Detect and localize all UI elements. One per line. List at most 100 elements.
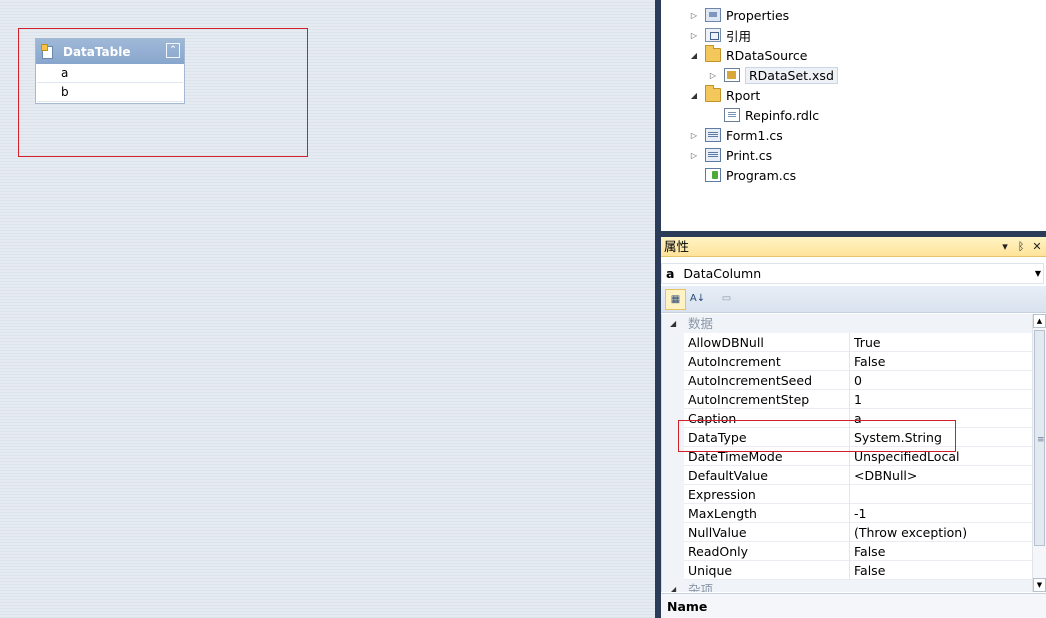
category-misc[interactable]: ◢ 杂项 xyxy=(662,580,1033,592)
chevron-down-icon[interactable]: ▼ xyxy=(1035,264,1041,283)
tree-item-label: RDataSource xyxy=(726,47,808,63)
properties-toolbar: ▦ A↓ ▭ xyxy=(661,286,1046,313)
tree-item-label: Program.cs xyxy=(726,167,797,183)
datatable-entity[interactable]: DataTable ⌃ a b xyxy=(35,38,185,104)
property-pages-icon[interactable]: ▭ xyxy=(716,289,737,310)
property-row-autoincrementseed[interactable]: AutoIncrementSeed 0 xyxy=(662,371,1033,390)
cs-file-icon xyxy=(705,148,721,162)
collapse-icon[interactable]: ⌃ xyxy=(166,43,180,58)
category-data[interactable]: ◢ 数据 xyxy=(662,314,1033,333)
property-name: DateTimeMode xyxy=(688,447,850,466)
property-row-expression[interactable]: Expression xyxy=(662,485,1033,504)
property-value[interactable]: False xyxy=(854,542,1030,561)
tree-item-label: Properties xyxy=(726,7,790,23)
scrollbar-thumb[interactable]: ≡ xyxy=(1034,330,1045,546)
close-icon[interactable]: ✕ xyxy=(1030,237,1044,257)
property-row-unique[interactable]: Unique False xyxy=(662,561,1033,580)
xsd-file-icon xyxy=(724,68,740,82)
expand-arrow-icon[interactable]: ▷ xyxy=(689,131,699,140)
expand-arrow-icon[interactable]: ▷ xyxy=(689,31,699,40)
property-name: AutoIncrementStep xyxy=(688,390,850,409)
tree-item-label: RDataSet.xsd xyxy=(745,66,838,84)
property-name: ReadOnly xyxy=(688,542,850,561)
tree-item-program[interactable]: Program.cs xyxy=(705,165,796,185)
datatable-column-a[interactable]: a xyxy=(37,64,183,83)
property-row-allowdbnull[interactable]: AllowDBNull True xyxy=(662,333,1033,352)
tree-item-references[interactable]: ▷ 引用 xyxy=(689,25,751,45)
property-name: Expression xyxy=(688,485,850,504)
datatable-title: DataTable xyxy=(63,44,131,59)
property-row-maxlength[interactable]: MaxLength -1 xyxy=(662,504,1033,523)
property-value[interactable]: True xyxy=(854,333,1030,352)
property-description-pane: Name xyxy=(661,593,1046,618)
property-row-nullvalue[interactable]: NullValue (Throw exception) xyxy=(662,523,1033,542)
expand-arrow-icon[interactable]: ▷ xyxy=(689,151,699,160)
property-row-autoincrementstep[interactable]: AutoIncrementStep 1 xyxy=(662,390,1033,409)
property-name: AutoIncrementSeed xyxy=(688,371,850,390)
property-value[interactable]: a xyxy=(854,409,1030,428)
property-row-autoincrement[interactable]: AutoIncrement False xyxy=(662,352,1033,371)
scroll-down-icon[interactable]: ▼ xyxy=(1033,578,1046,592)
property-name: NullValue xyxy=(688,523,850,542)
alphabetical-sort-icon[interactable]: A↓ xyxy=(687,289,708,310)
property-row-defaultvalue[interactable]: DefaultValue <DBNull> xyxy=(662,466,1033,485)
property-row-readonly[interactable]: ReadOnly False xyxy=(662,542,1033,561)
tree-item-label: Rport xyxy=(726,87,761,103)
property-name: Caption xyxy=(688,409,850,428)
window-position-dropdown-icon[interactable]: ▾ xyxy=(998,237,1012,257)
collapse-arrow-icon[interactable]: ◢ xyxy=(689,51,699,60)
tree-item-print[interactable]: ▷ Print.cs xyxy=(689,145,772,165)
property-value[interactable]: False xyxy=(854,352,1030,371)
expand-arrow-icon[interactable]: ▷ xyxy=(689,11,699,20)
datatable-column-b[interactable]: b xyxy=(37,83,183,102)
solution-explorer-tree: ▷ Properties ▷ 引用 ◢ RDataSource ▷ RDataS… xyxy=(661,0,1046,231)
categorized-view-icon[interactable]: ▦ xyxy=(665,289,686,310)
scroll-up-icon[interactable]: ▲ xyxy=(1033,314,1046,328)
collapse-arrow-icon[interactable]: ◢ xyxy=(670,580,676,592)
property-name: AutoIncrement xyxy=(688,352,850,371)
collapse-arrow-icon[interactable]: ◢ xyxy=(670,314,676,333)
property-name: DefaultValue xyxy=(688,466,850,485)
property-value[interactable]: UnspecifiedLocal xyxy=(854,447,1030,466)
tree-item-rdataset-xsd[interactable]: ▷ RDataSet.xsd xyxy=(708,65,838,85)
property-value[interactable]: False xyxy=(854,561,1030,580)
object-selector[interactable]: a DataColumn ▼ xyxy=(661,263,1044,284)
property-grid: ◢ 数据 AllowDBNull True AutoIncrement Fals… xyxy=(661,314,1033,592)
property-value[interactable]: System.String xyxy=(854,428,1030,447)
object-name: a xyxy=(666,266,675,281)
datatable-header[interactable]: DataTable ⌃ xyxy=(36,39,184,64)
property-row-caption[interactable]: Caption a xyxy=(662,409,1033,428)
category-name: 杂项 xyxy=(688,582,714,592)
tree-item-properties[interactable]: ▷ Properties xyxy=(689,5,789,25)
tree-item-label: Print.cs xyxy=(726,147,773,163)
property-value[interactable]: (Throw exception) xyxy=(854,523,1030,542)
tree-item-repinfo-rdlc[interactable]: Repinfo.rdlc xyxy=(724,105,819,125)
property-value[interactable]: -1 xyxy=(854,504,1030,523)
properties-titlebar[interactable]: 属性 ▾ ᛒ ✕ xyxy=(661,237,1046,257)
property-value[interactable]: 1 xyxy=(854,390,1030,409)
property-row-datetimemode[interactable]: DateTimeMode UnspecifiedLocal xyxy=(662,447,1033,466)
folder-open-icon xyxy=(705,45,721,62)
property-row-datatype[interactable]: DataType System.String xyxy=(662,428,1033,447)
property-value[interactable] xyxy=(854,485,1030,504)
property-name: DataType xyxy=(688,428,850,447)
expand-arrow-icon[interactable]: ▷ xyxy=(708,71,718,80)
collapse-arrow-icon[interactable]: ◢ xyxy=(689,91,699,100)
rdlc-file-icon xyxy=(724,108,740,122)
pin-icon[interactable]: ᛒ xyxy=(1014,237,1028,257)
property-value[interactable]: 0 xyxy=(854,371,1030,390)
references-icon xyxy=(705,28,721,42)
tree-item-rport[interactable]: ◢ Rport xyxy=(689,85,760,105)
description-title: Name xyxy=(667,599,708,614)
tree-item-label: Form1.cs xyxy=(726,127,783,143)
tree-item-form1[interactable]: ▷ Form1.cs xyxy=(689,125,783,145)
dataset-designer-canvas[interactable]: DataTable ⌃ a b xyxy=(0,0,655,618)
property-value[interactable]: <DBNull> xyxy=(854,466,1030,485)
property-name: MaxLength xyxy=(688,504,850,523)
grip-icon: ≡ xyxy=(1037,435,1045,445)
tree-item-rdatasource[interactable]: ◢ RDataSource xyxy=(689,45,807,65)
properties-panel: 属性 ▾ ᛒ ✕ a DataColumn ▼ ▦ A↓ ▭ ◢ 数据 Allo… xyxy=(661,237,1046,618)
property-name: Unique xyxy=(688,561,850,580)
tree-item-label: Repinfo.rdlc xyxy=(745,107,820,123)
property-grid-scrollbar[interactable]: ▲ ≡ ▼ xyxy=(1032,314,1046,592)
